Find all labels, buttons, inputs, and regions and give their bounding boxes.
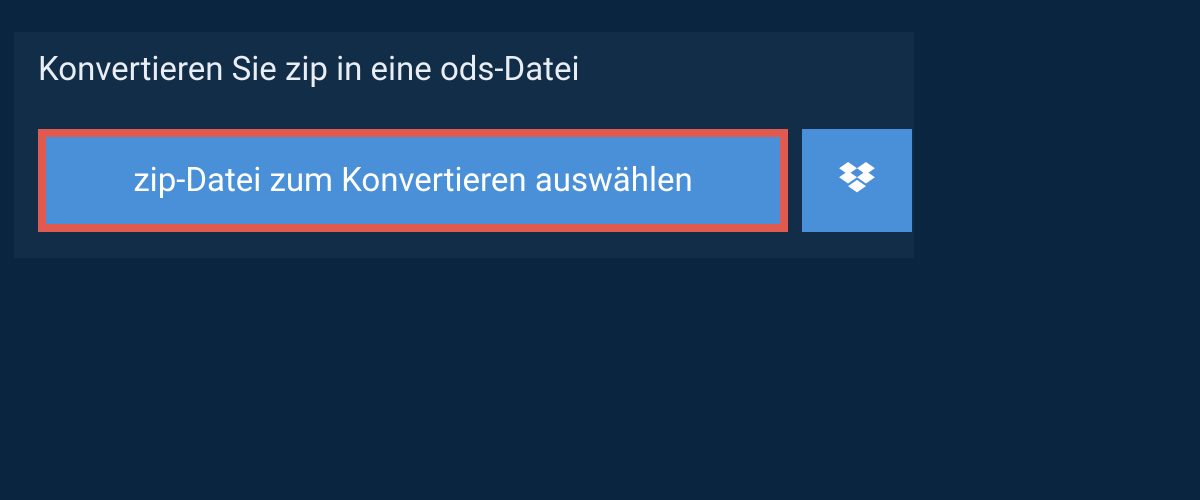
title-bar: Konvertieren Sie zip in eine ods-Datei bbox=[14, 32, 654, 107]
select-file-label: zip-Datei zum Konvertieren auswählen bbox=[133, 161, 692, 200]
dropbox-button[interactable] bbox=[802, 129, 912, 232]
converter-panel: Konvertieren Sie zip in eine ods-Datei z… bbox=[14, 32, 914, 258]
dropbox-icon bbox=[839, 162, 875, 200]
page-title: Konvertieren Sie zip in eine ods-Datei bbox=[38, 50, 630, 89]
action-row: zip-Datei zum Konvertieren auswählen bbox=[14, 107, 914, 258]
select-file-button[interactable]: zip-Datei zum Konvertieren auswählen bbox=[38, 129, 788, 232]
